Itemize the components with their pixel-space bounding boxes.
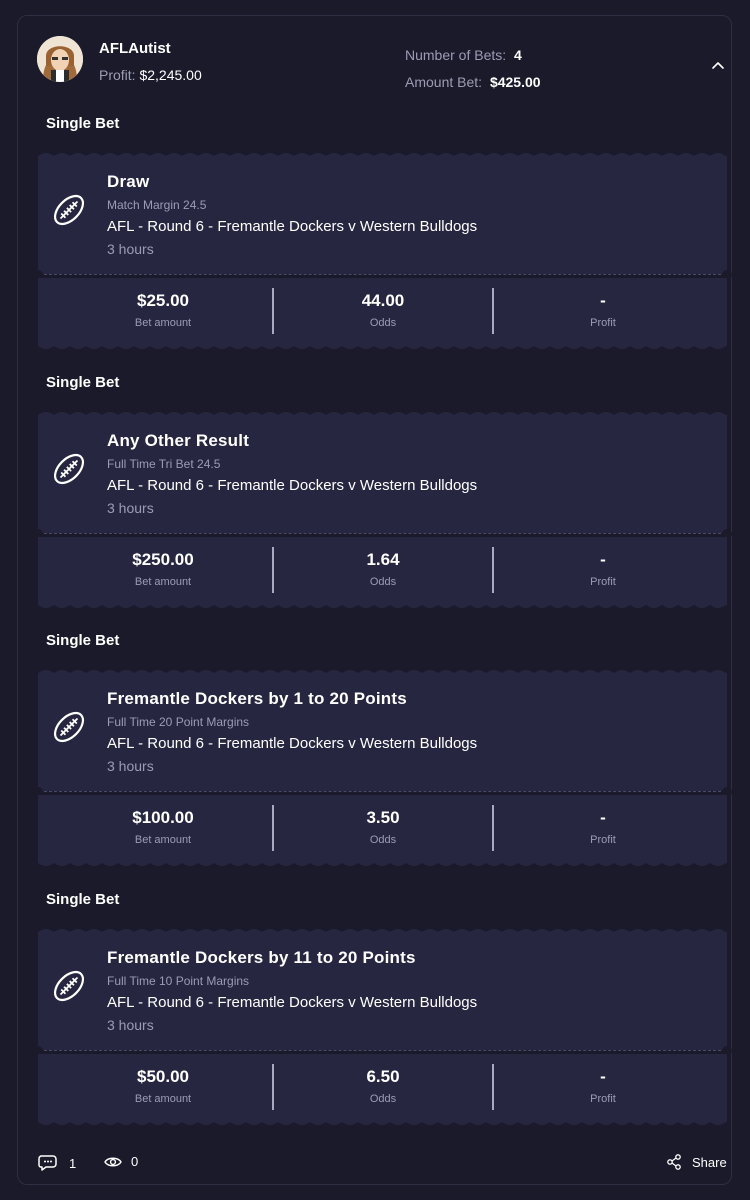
- number-of-bets-label: Number of Bets:: [405, 47, 507, 63]
- bet-time: 3 hours: [107, 758, 154, 774]
- bet-type-heading: Single Bet: [46, 373, 120, 391]
- eye-icon: [104, 1155, 122, 1169]
- comments-button[interactable]: 1: [38, 1154, 76, 1172]
- bet-summary: $100.00 Bet amount 3.50 Odds - Profit: [38, 795, 727, 863]
- ticket-divider: [44, 791, 721, 792]
- bet-summary: $50.00 Bet amount 6.50 Odds - Profit: [38, 1053, 727, 1122]
- views-indicator: 0: [104, 1154, 138, 1169]
- post-header: AFLAutist Profit: $2,245.00 Number of Be…: [18, 16, 731, 106]
- profit-result-value: -: [600, 808, 606, 827]
- share-icon: [666, 1154, 682, 1170]
- ticket-divider: [44, 1049, 721, 1051]
- odds-value: 3.50: [366, 808, 400, 827]
- odds-cell: 1.64 Odds: [273, 537, 493, 605]
- profit-label: Profit:: [99, 67, 136, 83]
- amount-bet-value: $425.00: [489, 74, 541, 90]
- bet-ticket[interactable]: Draw Match Margin 24.5 AFL - Round 6 - Fre…: [33, 153, 732, 349]
- bet-type-heading: Single Bet: [46, 115, 120, 132]
- chat-icon: [38, 1154, 58, 1172]
- bet-amount-cell: $250.00 Bet amount: [38, 537, 288, 605]
- bet-event[interactable]: AFL - Round 6 - Fremantle Dockers v West…: [107, 477, 477, 494]
- post-footer: 1 0 Share: [18, 1146, 731, 1176]
- odds-label: Odds: [369, 317, 397, 329]
- odds-label: Odds: [369, 1092, 397, 1105]
- avatar[interactable]: [37, 36, 83, 82]
- football-icon: [48, 448, 90, 490]
- football-icon: [48, 706, 90, 748]
- profit-cell: - Profit: [493, 795, 713, 863]
- profit-value: $2,245.00: [139, 67, 202, 83]
- profit-result-value: -: [600, 1066, 606, 1086]
- views-count: 0: [131, 1154, 139, 1169]
- odds-value: 1.64: [366, 549, 400, 569]
- bet-post-card: AFLAutist Profit: $2,245.00 Number of Be…: [17, 15, 732, 1185]
- odds-value: 44.00: [361, 291, 405, 310]
- odds-cell: 3.50 Odds: [273, 795, 493, 863]
- bet-amount-label: Bet amount: [134, 1092, 192, 1105]
- bet-amount-value: $250.00: [132, 549, 194, 569]
- profit-cell: - Profit: [493, 537, 713, 605]
- bet-amount-label: Bet amount: [134, 834, 192, 846]
- bet-ticket[interactable]: Fremantle Dockers by 11 to 20 Points Full…: [33, 928, 732, 1125]
- ticket-divider: [44, 274, 721, 275]
- bet-market: Full Time Tri Bet 24.5: [107, 456, 221, 471]
- bet-summary: $250.00 Bet amount 1.64 Odds - Profit: [38, 536, 727, 605]
- bet-type-heading: Single Bet: [46, 632, 120, 649]
- bet-details: Draw Match Margin 24.5 AFL - Round 6 - Fre…: [38, 156, 727, 274]
- bet-time: 3 hours: [107, 1016, 154, 1033]
- bet-amount-label: Bet amount: [134, 317, 192, 329]
- username[interactable]: AFLAutist: [99, 40, 171, 57]
- amount-bet-label: Amount Bet:: [405, 74, 483, 90]
- profit-result-label: Profit: [590, 317, 616, 329]
- bet-details: Any Other Result Full Time Tri Bet 24.5 AF…: [38, 414, 727, 533]
- share-label: Share: [692, 1154, 727, 1170]
- odds-label: Odds: [369, 575, 397, 588]
- profit-result-value: -: [600, 291, 606, 310]
- bet-type-heading: Single Bet: [46, 890, 120, 908]
- bet-amount-cell: $100.00 Bet amount: [38, 795, 288, 863]
- bet-details: Fremantle Dockers by 11 to 20 Points Full…: [38, 931, 727, 1050]
- bet-market: Match Margin 24.5: [107, 198, 207, 212]
- bet-selection: Any Other Result: [107, 430, 250, 450]
- football-icon: [48, 965, 90, 1007]
- profit-result-label: Profit: [590, 834, 616, 846]
- bet-details: Fremantle Dockers by 1 to 20 Points Full …: [38, 673, 727, 791]
- bet-ticket[interactable]: Any Other Result Full Time Tri Bet 24.5 AF…: [33, 411, 732, 608]
- odds-label: Odds: [369, 834, 397, 846]
- profit-cell: - Profit: [493, 278, 713, 346]
- bet-amount-cell: $25.00 Bet amount: [38, 278, 288, 346]
- profit-result-label: Profit: [590, 1092, 616, 1105]
- bet-amount-value: $100.00: [132, 808, 194, 827]
- ticket-divider: [44, 532, 721, 534]
- number-of-bets-value: 4: [514, 47, 522, 63]
- comments-count: 1: [69, 1155, 77, 1171]
- bet-amount-cell: $50.00 Bet amount: [38, 1054, 288, 1122]
- odds-cell: 6.50 Odds: [273, 1054, 493, 1122]
- bet-stats: Number of Bets: 4 Amount Bet: $425.00: [405, 42, 541, 96]
- bet-market: Full Time 10 Point Margins: [107, 973, 250, 988]
- bet-selection: Fremantle Dockers by 11 to 20 Points: [107, 947, 416, 967]
- share-button[interactable]: Share: [666, 1154, 727, 1170]
- football-icon: [48, 189, 90, 231]
- bet-event[interactable]: AFL - Round 6 - Fremantle Dockers v West…: [107, 735, 477, 752]
- profit-cell: - Profit: [493, 1054, 713, 1122]
- bet-amount-value: $25.00: [137, 291, 189, 310]
- bet-selection: Fremantle Dockers by 1 to 20 Points: [107, 689, 407, 708]
- bet-ticket[interactable]: Fremantle Dockers by 1 to 20 Points Full …: [33, 670, 732, 866]
- bet-amount-value: $50.00: [137, 1066, 189, 1086]
- odds-value: 6.50: [366, 1066, 400, 1086]
- profit-result-value: -: [600, 549, 606, 569]
- bet-time: 3 hours: [107, 499, 154, 516]
- bet-time: 3 hours: [107, 241, 154, 257]
- user-profit: Profit: $2,245.00: [99, 67, 202, 83]
- profit-result-label: Profit: [590, 575, 616, 588]
- bet-selection: Draw: [107, 172, 150, 191]
- bet-summary: $25.00 Bet amount 44.00 Odds - Profit: [38, 278, 727, 346]
- bet-event[interactable]: AFL - Round 6 - Fremantle Dockers v West…: [107, 994, 477, 1011]
- chevron-up-icon[interactable]: [708, 56, 728, 76]
- bet-amount-label: Bet amount: [134, 575, 192, 588]
- bet-event[interactable]: AFL - Round 6 - Fremantle Dockers v West…: [107, 218, 477, 235]
- odds-cell: 44.00 Odds: [273, 278, 493, 346]
- bet-market: Full Time 20 Point Margins: [107, 715, 250, 729]
